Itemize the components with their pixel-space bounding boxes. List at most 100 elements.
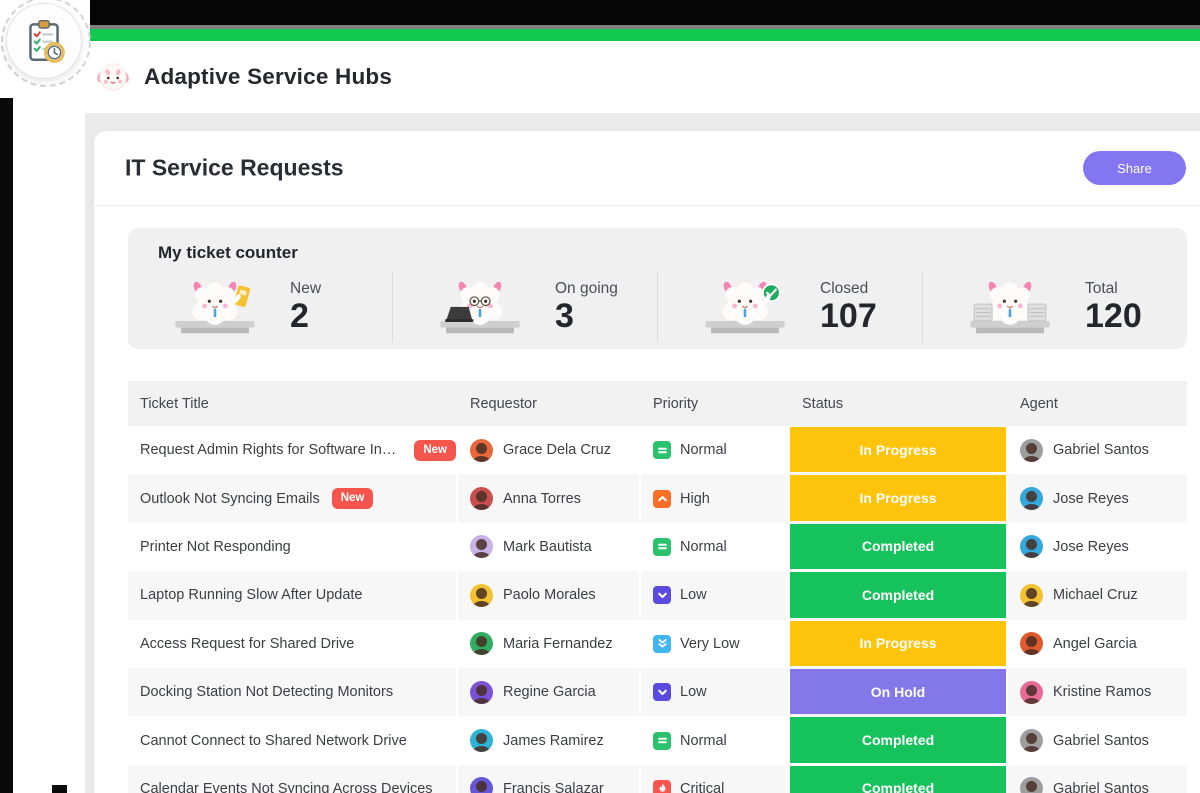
app-title: Adaptive Service Hubs <box>144 64 392 90</box>
agent-cell: Michael Cruz <box>1008 571 1187 619</box>
agent-avatar <box>1020 681 1043 704</box>
priority-cell[interactable]: Low <box>641 571 790 619</box>
card-header: IT Service Requests Share <box>94 131 1200 206</box>
agent-name: Michael Cruz <box>1053 587 1138 603</box>
tickets-table: Ticket TitleRequestorPriorityStatusAgent… <box>128 381 1187 793</box>
status-cell: Completed <box>790 716 1008 764</box>
equals-icon <box>653 732 671 750</box>
service-requests-card: IT Service Requests Share My ticket coun… <box>94 131 1200 793</box>
stat-new: New 2 <box>128 272 392 343</box>
priority-cell[interactable]: Normal <box>641 426 790 474</box>
table-header-row: Ticket TitleRequestorPriorityStatusAgent <box>128 381 1187 426</box>
requestor-avatar <box>470 681 493 704</box>
flame-icon <box>653 780 671 793</box>
status-chip[interactable]: In Progress <box>790 475 1006 520</box>
stat-value: 3 <box>555 299 618 335</box>
ticket-title: Laptop Running Slow After Update <box>140 587 362 603</box>
chevron-up-icon <box>653 490 671 508</box>
agent-cell: Jose Reyes <box>1008 523 1187 571</box>
ticket-row[interactable]: Access Request for Shared Drive Maria Fe… <box>128 620 1187 668</box>
status-cell: In Progress <box>790 620 1008 668</box>
requestor-cell: Regine Garcia <box>458 668 641 716</box>
requestor-name: Francis Salazar <box>503 781 604 793</box>
column-header-agent[interactable]: Agent <box>1008 381 1187 426</box>
ticket-row[interactable]: Outlook Not Syncing EmailsNew Anna Torre… <box>128 474 1187 522</box>
ticket-row[interactable]: Request Admin Rights for Software Instal… <box>128 426 1187 474</box>
priority-cell[interactable]: Critical <box>641 765 790 793</box>
column-header-ticket-title[interactable]: Ticket Title <box>128 381 458 426</box>
stat-label: Total <box>1085 279 1142 298</box>
agent-cell: Gabriel Santos <box>1008 765 1187 793</box>
status-chip[interactable]: On Hold <box>790 669 1006 714</box>
green-progress-bar <box>85 29 1200 41</box>
stat-label: On going <box>555 279 618 298</box>
sheep-icon <box>96 60 130 94</box>
new-badge: New <box>332 488 374 509</box>
requestor-name: Maria Fernandez <box>503 636 613 652</box>
requestor-avatar <box>470 487 493 510</box>
priority-label: Critical <box>680 781 724 793</box>
priority-cell[interactable]: Very Low <box>641 620 790 668</box>
status-chip[interactable]: In Progress <box>790 427 1006 472</box>
share-button[interactable]: Share <box>1083 151 1186 185</box>
priority-cell[interactable]: Low <box>641 668 790 716</box>
requestor-avatar <box>470 439 493 462</box>
agent-cell: Gabriel Santos <box>1008 426 1187 474</box>
status-cell: Completed <box>790 571 1008 619</box>
ticket-title-cell: Printer Not Responding <box>128 523 458 571</box>
agent-name: Angel Garcia <box>1053 636 1137 652</box>
agent-avatar <box>1020 535 1043 558</box>
status-chip[interactable]: Completed <box>790 717 1006 762</box>
ticket-row[interactable]: Cannot Connect to Shared Network Drive J… <box>128 716 1187 764</box>
ticket-counter-panel: My ticket counter New 2 On going 3 <box>128 228 1187 349</box>
ticket-title-cell: Docking Station Not Detecting Monitors <box>128 668 458 716</box>
status-chip[interactable]: In Progress <box>790 621 1006 666</box>
double-chevron-down-icon <box>653 635 671 653</box>
ticket-title: Access Request for Shared Drive <box>140 636 354 652</box>
priority-cell[interactable]: High <box>641 474 790 522</box>
priority-cell[interactable]: Normal <box>641 523 790 571</box>
priority-label: Low <box>680 684 707 700</box>
status-cell: Completed <box>790 765 1008 793</box>
requestor-name: Mark Bautista <box>503 539 592 555</box>
page: Adaptive Service Hubs IT Service Request… <box>0 0 1200 793</box>
agent-avatar <box>1020 584 1043 607</box>
new-badge: New <box>414 440 456 461</box>
requestor-avatar <box>470 729 493 752</box>
status-chip[interactable]: Completed <box>790 524 1006 569</box>
sheep-with-laptop-icon <box>431 272 529 343</box>
column-header-status[interactable]: Status <box>790 381 1008 426</box>
agent-avatar <box>1020 487 1043 510</box>
counter-title: My ticket counter <box>128 243 1187 263</box>
chevron-down-icon <box>653 586 671 604</box>
ticket-title: Printer Not Responding <box>140 539 291 555</box>
left-dark-sidebar-edge <box>0 0 13 793</box>
equals-icon <box>653 538 671 556</box>
artifact-mark <box>52 785 67 793</box>
equals-icon <box>653 441 671 459</box>
stat-on-going: On going 3 <box>393 272 657 343</box>
requestor-cell: Paolo Morales <box>458 571 641 619</box>
status-chip[interactable]: Completed <box>790 766 1006 793</box>
agent-name: Gabriel Santos <box>1053 781 1149 793</box>
ticket-title: Calendar Events Not Syncing Across Devic… <box>140 781 433 793</box>
ticket-row[interactable]: Laptop Running Slow After Update Paolo M… <box>128 571 1187 619</box>
app-header: Adaptive Service Hubs <box>85 41 1200 113</box>
column-header-priority[interactable]: Priority <box>641 381 790 426</box>
requestor-avatar <box>470 535 493 558</box>
sheep-with-stacks-icon <box>961 272 1059 343</box>
ticket-row[interactable]: Printer Not Responding Mark Bautista Nor… <box>128 523 1187 571</box>
status-chip[interactable]: Completed <box>790 572 1006 617</box>
card-title: IT Service Requests <box>125 155 344 182</box>
priority-cell[interactable]: Normal <box>641 716 790 764</box>
ticket-title: Outlook Not Syncing Emails <box>140 491 320 507</box>
stat-label: Closed <box>820 279 877 298</box>
clipboard-checklist-clock-icon[interactable] <box>6 3 82 79</box>
ticket-row[interactable]: Docking Station Not Detecting Monitors R… <box>128 668 1187 716</box>
ticket-title-cell: Cannot Connect to Shared Network Drive <box>128 716 458 764</box>
requestor-name: Paolo Morales <box>503 587 596 603</box>
chevron-down-icon <box>653 683 671 701</box>
ticket-row[interactable]: Calendar Events Not Syncing Across Devic… <box>128 765 1187 793</box>
column-header-requestor[interactable]: Requestor <box>458 381 641 426</box>
agent-name: Jose Reyes <box>1053 491 1129 507</box>
